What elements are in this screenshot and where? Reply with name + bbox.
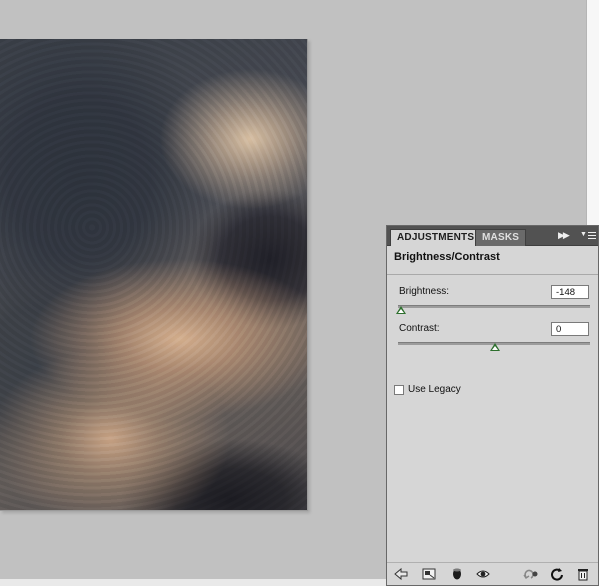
panel-menu-icon[interactable]: ▼ <box>580 229 596 243</box>
tab-masks[interactable]: MASKS <box>475 229 527 246</box>
title-divider <box>387 274 598 275</box>
brightness-value-input[interactable] <box>551 285 589 299</box>
visibility-eye-icon[interactable] <box>476 567 490 581</box>
layer-clip-icon[interactable] <box>450 567 464 581</box>
expand-view-icon[interactable] <box>422 567 436 581</box>
contrast-label: Contrast: <box>399 323 440 334</box>
use-legacy-checkbox[interactable] <box>394 385 404 395</box>
panel-footer <box>387 562 598 585</box>
reset-icon[interactable] <box>550 567 564 581</box>
brightness-slider-track[interactable] <box>398 305 590 308</box>
contrast-value-input[interactable] <box>551 322 589 336</box>
bottom-status-strip <box>0 579 390 586</box>
panel-tabbar: ADJUSTMENTS MASKS ▶▶ ▼ <box>387 226 598 246</box>
use-legacy-label: Use Legacy <box>408 384 461 395</box>
document-canvas-image[interactable] <box>0 39 308 511</box>
previous-state-icon[interactable] <box>523 567 538 581</box>
adjustments-panel: ADJUSTMENTS MASKS ▶▶ ▼ Brightness/Contra… <box>386 225 599 586</box>
tab-adjustments[interactable]: ADJUSTMENTS <box>390 229 482 246</box>
adjustment-title: Brightness/Contrast <box>394 251 500 263</box>
brightness-slider-thumb[interactable] <box>396 306 406 314</box>
back-arrow-icon[interactable] <box>394 567 408 581</box>
trash-icon[interactable] <box>576 567 590 581</box>
contrast-slider-thumb[interactable] <box>490 343 500 351</box>
collapse-panel-icon[interactable]: ▶▶ <box>558 230 570 241</box>
brightness-label: Brightness: <box>399 286 450 297</box>
